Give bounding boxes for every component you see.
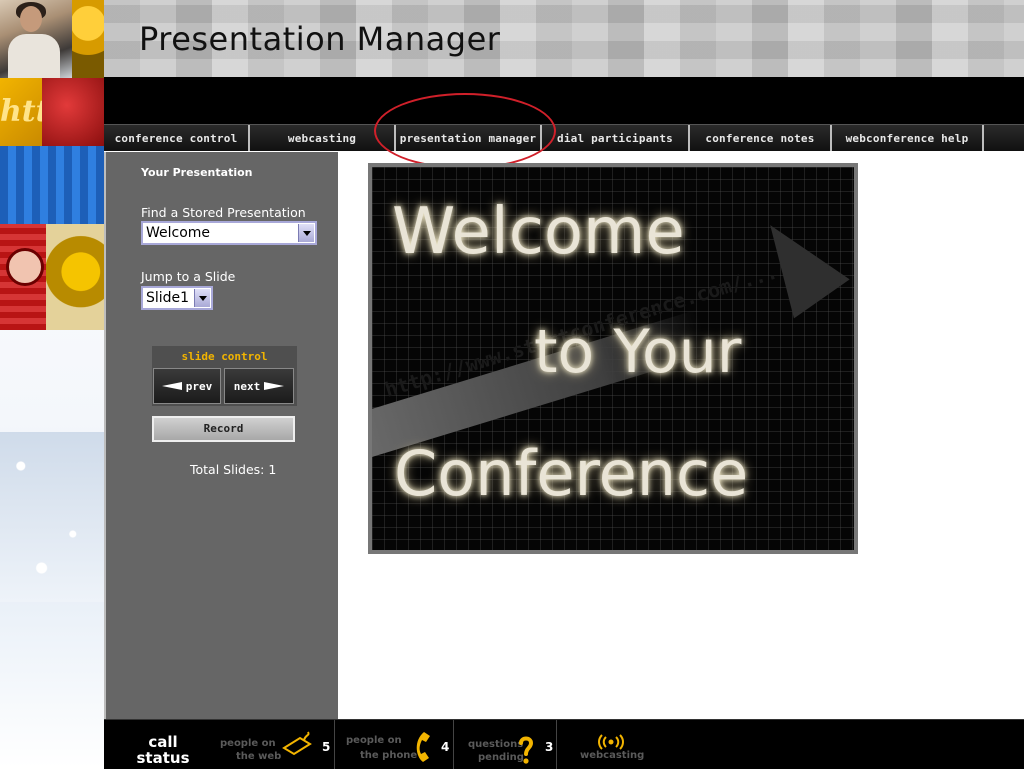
- questions-count: 3: [545, 740, 554, 754]
- http-photo-tile: http: [0, 78, 71, 146]
- slide-control-label: slide control: [181, 350, 268, 363]
- water-drops-background: [0, 432, 104, 602]
- tab-dial-participants[interactable]: dial participants: [542, 125, 690, 151]
- prev-slide-button[interactable]: prev: [153, 368, 221, 404]
- phone-count: 4: [441, 740, 450, 754]
- questions-label-1: questions: [468, 739, 524, 750]
- status-divider: [453, 720, 454, 769]
- call-status-line2: status: [136, 749, 190, 767]
- current-slide: http://www.startconference.com/... Welco…: [372, 167, 854, 550]
- decorative-photo-strip: http: [0, 0, 104, 768]
- phone-icon: [416, 732, 430, 762]
- red-photo-tile: [42, 78, 104, 146]
- jump-slide-label: Jump to a Slide: [141, 269, 236, 284]
- mouse-icon: [282, 731, 312, 756]
- status-divider: [334, 720, 335, 769]
- next-label: next: [233, 379, 261, 393]
- clock-photo-tile: [0, 224, 46, 330]
- total-slides-text: Total Slides: 1: [190, 462, 277, 477]
- arrow-left-icon: [161, 382, 182, 390]
- question-mark-icon: [519, 736, 534, 764]
- tab-conference-notes[interactable]: conference notes: [690, 125, 832, 151]
- main-navigation: conference control webcasting presentati…: [104, 124, 1024, 151]
- tab-presentation-manager[interactable]: presentation manager: [396, 125, 542, 151]
- phone-label-2: the phone: [360, 750, 418, 761]
- slide-control-group: slide control prev next: [152, 346, 297, 406]
- blue-chairs-photo-tile: [0, 146, 104, 224]
- slide-text-line2: to Your: [534, 317, 742, 387]
- gear-photo-tile: [72, 0, 104, 78]
- web-label-1: people on: [220, 738, 276, 749]
- broadcast-icon: [598, 734, 624, 750]
- next-slide-button[interactable]: next: [224, 368, 294, 404]
- record-button[interactable]: Record: [152, 416, 295, 442]
- find-presentation-label: Find a Stored Presentation: [141, 205, 306, 220]
- prev-label: prev: [185, 379, 213, 393]
- tab-conference-control[interactable]: conference control: [104, 125, 250, 151]
- panel-heading: Your Presentation: [141, 166, 253, 179]
- call-status-line1: call: [148, 733, 178, 751]
- call-status-bar: call status people on the web 5 people o…: [104, 719, 1024, 769]
- page-title: Presentation Manager: [139, 20, 501, 58]
- chevron-down-icon[interactable]: [194, 289, 210, 307]
- jump-to-slide-select[interactable]: Slide1: [141, 286, 213, 310]
- tab-webconference-help[interactable]: webconference help: [832, 125, 984, 151]
- web-count: 5: [322, 740, 331, 754]
- webcasting-label: webcasting: [580, 750, 645, 761]
- chevron-down-icon[interactable]: [298, 224, 314, 242]
- cursor-arrow-icon: [742, 205, 850, 319]
- status-divider: [556, 720, 557, 769]
- slide-text-line1: Welcome: [392, 195, 685, 269]
- arrow-right-icon: [264, 382, 285, 390]
- page-header: Presentation Manager: [104, 0, 1024, 77]
- call-status-title: call status: [134, 734, 192, 766]
- presentation-control-panel: Your Presentation Find a Stored Presenta…: [104, 152, 338, 719]
- stored-presentation-value: Welcome: [146, 225, 211, 241]
- slide-text-line3: Conference: [394, 437, 749, 510]
- gear2-photo-tile: [46, 224, 104, 330]
- phone-label-1: people on: [346, 735, 402, 746]
- stored-presentation-select[interactable]: Welcome: [141, 221, 317, 245]
- tab-webcasting[interactable]: webcasting: [250, 125, 396, 151]
- jump-to-slide-value: Slide1: [146, 290, 190, 306]
- web-label-2: the web: [236, 751, 282, 762]
- header-band: [104, 77, 1024, 124]
- person-photo-tile: [0, 0, 72, 78]
- slide-viewer: http://www.startconference.com/... Welco…: [368, 163, 858, 554]
